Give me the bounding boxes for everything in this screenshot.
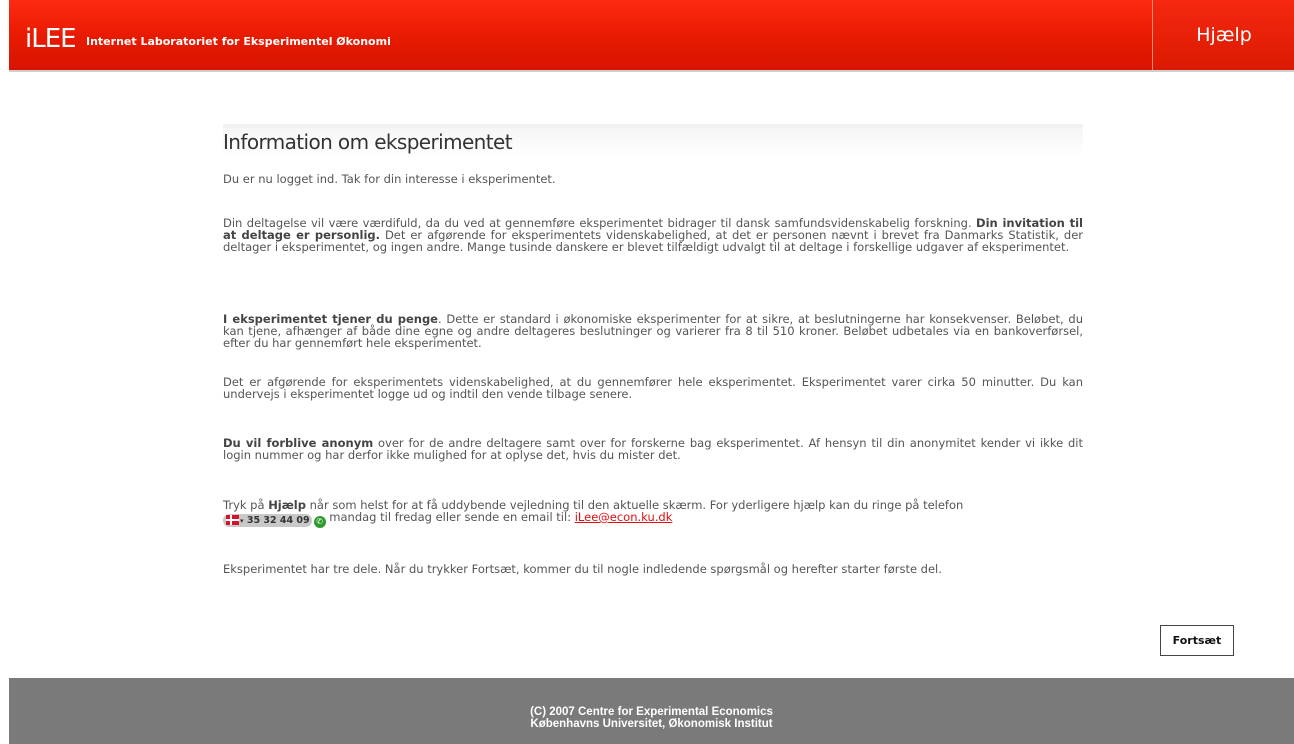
header-bar: iLEE Internet Laboratoriet for Eksperime… [9, 0, 1294, 72]
completion-paragraph: Det er afgørende for eksperimentets vide… [223, 375, 1083, 401]
help-emphasis: Hjælp [268, 498, 306, 512]
site-subtitle: Internet Laboratoriet for Eksperimentel … [86, 35, 391, 48]
participation-paragraph: Din deltagelse vil være værdifuld, da du… [223, 217, 1083, 253]
footer: (C) 2007 Centre for Experimental Economi… [9, 678, 1294, 744]
ilee-logo: iLEE [25, 24, 77, 54]
phone-call-icon[interactable]: ✆ [313, 516, 326, 528]
help-paragraph: Tryk på Hjælp når som helst for at få ud… [223, 499, 963, 528]
danish-flag-icon [226, 515, 239, 525]
anonymity-paragraph: Du vil forblive anonym over for de andre… [223, 437, 1083, 461]
main-content: Information om eksperimentet Du er nu lo… [223, 124, 1083, 575]
phone-number: 35 32 44 09 [246, 515, 310, 526]
intro-paragraph: Du er nu logget ind. Tak for din interes… [223, 172, 556, 186]
structure-paragraph: Eksperimentet har tre dele. Når du trykk… [223, 562, 942, 576]
footer-copyright: (C) 2007 Centre for Experimental Economi… [530, 706, 773, 718]
dropdown-arrow-icon: ▾ [240, 517, 244, 525]
help-button[interactable]: Hjælp [1152, 0, 1294, 70]
email-link[interactable]: iLee@econ.ku.dk [575, 510, 673, 524]
continue-button[interactable]: Fortsæt [1160, 625, 1234, 656]
help-text-d: mandag til fredag eller sende en email t… [325, 510, 575, 524]
page-title: Information om eksperimentet [223, 130, 513, 154]
help-text-a: Tryk på [223, 498, 269, 512]
footer-institution: Københavns Universitet, Økonomisk Instit… [530, 718, 773, 730]
phone-badge[interactable]: ▾ 35 32 44 09 [223, 514, 312, 527]
earnings-paragraph: I eksperimentet tjener du penge. Dette e… [223, 313, 1083, 349]
